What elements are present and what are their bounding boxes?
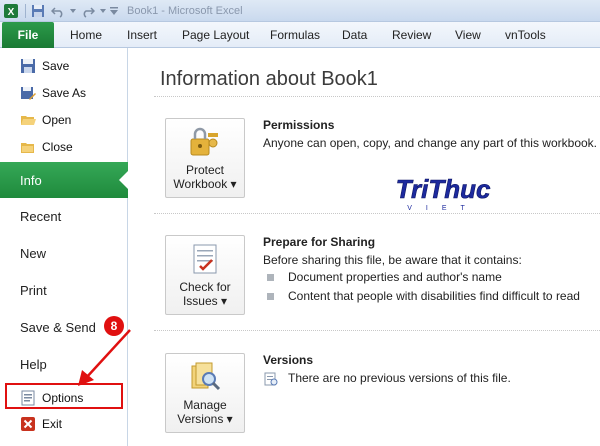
nav-save[interactable]: Save bbox=[0, 53, 128, 79]
excel-logo-icon[interactable]: X bbox=[2, 2, 20, 20]
versions-magnifier-icon bbox=[191, 362, 221, 391]
nav-print-label: Print bbox=[20, 282, 47, 298]
nav-save-as-label: Save As bbox=[42, 86, 87, 100]
tab-home[interactable]: Home bbox=[70, 22, 102, 48]
trithuc-watermark-logo: TriThuc VIET bbox=[395, 174, 491, 212]
permissions-text: Anyone can open, copy, and change any pa… bbox=[263, 136, 597, 150]
tab-data[interactable]: Data bbox=[342, 22, 367, 48]
backstage-main: Information about Book1 Protect Workbook… bbox=[129, 48, 600, 446]
quick-access-toolbar: X bbox=[0, 0, 121, 22]
tab-review[interactable]: Review bbox=[392, 22, 431, 48]
sharing-item: Content that people with disabilities fi… bbox=[288, 289, 580, 303]
protect-workbook-button[interactable]: Protect Workbook ▾ bbox=[165, 118, 245, 198]
manage-versions-label-1: Manage bbox=[183, 398, 227, 412]
tab-view[interactable]: View bbox=[455, 22, 481, 48]
check-issues-label-1: Check for bbox=[179, 280, 231, 294]
divider bbox=[154, 96, 600, 97]
window-title: Book1 - Microsoft Excel bbox=[127, 4, 243, 17]
nav-open-label: Open bbox=[42, 113, 72, 127]
nav-print[interactable]: Print bbox=[0, 272, 128, 308]
watermark-sub: VIET bbox=[407, 205, 479, 212]
protect-workbook-label-2: Workbook ▾ bbox=[173, 177, 237, 191]
divider bbox=[154, 330, 600, 331]
divider bbox=[154, 213, 600, 214]
check-for-issues-button[interactable]: Check for Issues ▾ bbox=[165, 235, 245, 315]
undo-dropdown-icon[interactable] bbox=[69, 2, 77, 20]
qat-separator bbox=[25, 3, 26, 18]
bullet-marker bbox=[267, 293, 274, 300]
nav-exit[interactable]: Exit bbox=[0, 411, 128, 437]
nav-info-pointer bbox=[119, 170, 129, 190]
tab-page-layout[interactable]: Page Layout bbox=[182, 22, 249, 48]
save-icon bbox=[20, 58, 36, 74]
sharing-item: Document properties and author's name bbox=[288, 270, 502, 284]
undo-icon[interactable] bbox=[49, 2, 67, 20]
nav-open[interactable]: Open bbox=[0, 107, 128, 133]
check-issues-label-2: Issues ▾ bbox=[182, 294, 228, 308]
close-folder-icon bbox=[20, 139, 36, 155]
tab-file[interactable]: File bbox=[2, 22, 54, 48]
nav-close[interactable]: Close bbox=[0, 134, 128, 160]
ribbon-tabs: File Home Insert Page Layout Formulas Da… bbox=[0, 22, 600, 48]
title-bar: X Book1 - Microsoft Excel bbox=[0, 0, 600, 22]
versions-heading: Versions bbox=[263, 353, 314, 367]
watermark-text: TriThuc bbox=[396, 174, 491, 204]
checklist-icon bbox=[193, 244, 217, 274]
redo-icon[interactable] bbox=[79, 2, 97, 20]
nav-save-as[interactable]: Save As bbox=[0, 80, 128, 106]
nav-new-label: New bbox=[20, 245, 47, 261]
save-icon[interactable] bbox=[29, 2, 47, 20]
svg-text:X: X bbox=[8, 7, 15, 18]
bullet-marker bbox=[267, 274, 274, 281]
nav-close-label: Close bbox=[42, 140, 73, 154]
sharing-heading: Prepare for Sharing bbox=[263, 235, 376, 249]
version-document-icon bbox=[264, 372, 278, 386]
lock-keys-icon bbox=[190, 127, 218, 156]
nav-recent[interactable]: Recent bbox=[0, 198, 128, 234]
nav-exit-label: Exit bbox=[42, 417, 63, 431]
exit-icon bbox=[20, 416, 36, 432]
redo-dropdown-icon[interactable] bbox=[99, 2, 107, 20]
tab-formulas[interactable]: Formulas bbox=[270, 22, 320, 48]
nav-save-label: Save bbox=[42, 59, 70, 73]
manage-versions-button[interactable]: Manage Versions ▾ bbox=[165, 353, 245, 433]
nav-info-label: Info bbox=[20, 172, 42, 188]
tab-insert[interactable]: Insert bbox=[127, 22, 157, 48]
versions-text: There are no previous versions of this f… bbox=[288, 371, 511, 385]
customize-qat-icon[interactable] bbox=[109, 2, 119, 20]
protect-workbook-label-1: Protect bbox=[185, 163, 224, 177]
sharing-text: Before sharing this file, be aware that … bbox=[263, 253, 522, 267]
nav-new[interactable]: New bbox=[0, 235, 128, 271]
manage-versions-label-2: Versions ▾ bbox=[177, 412, 233, 426]
nav-recent-label: Recent bbox=[20, 208, 62, 224]
tab-vntools[interactable]: vnTools bbox=[505, 22, 546, 48]
page-title: Information about Book1 bbox=[160, 68, 378, 90]
permissions-heading: Permissions bbox=[263, 118, 335, 132]
save-as-icon bbox=[20, 85, 36, 101]
nav-info[interactable]: Info bbox=[0, 162, 129, 198]
annotation-arrow bbox=[78, 329, 131, 386]
nav-help-label: Help bbox=[20, 356, 47, 372]
open-folder-icon bbox=[20, 112, 36, 128]
